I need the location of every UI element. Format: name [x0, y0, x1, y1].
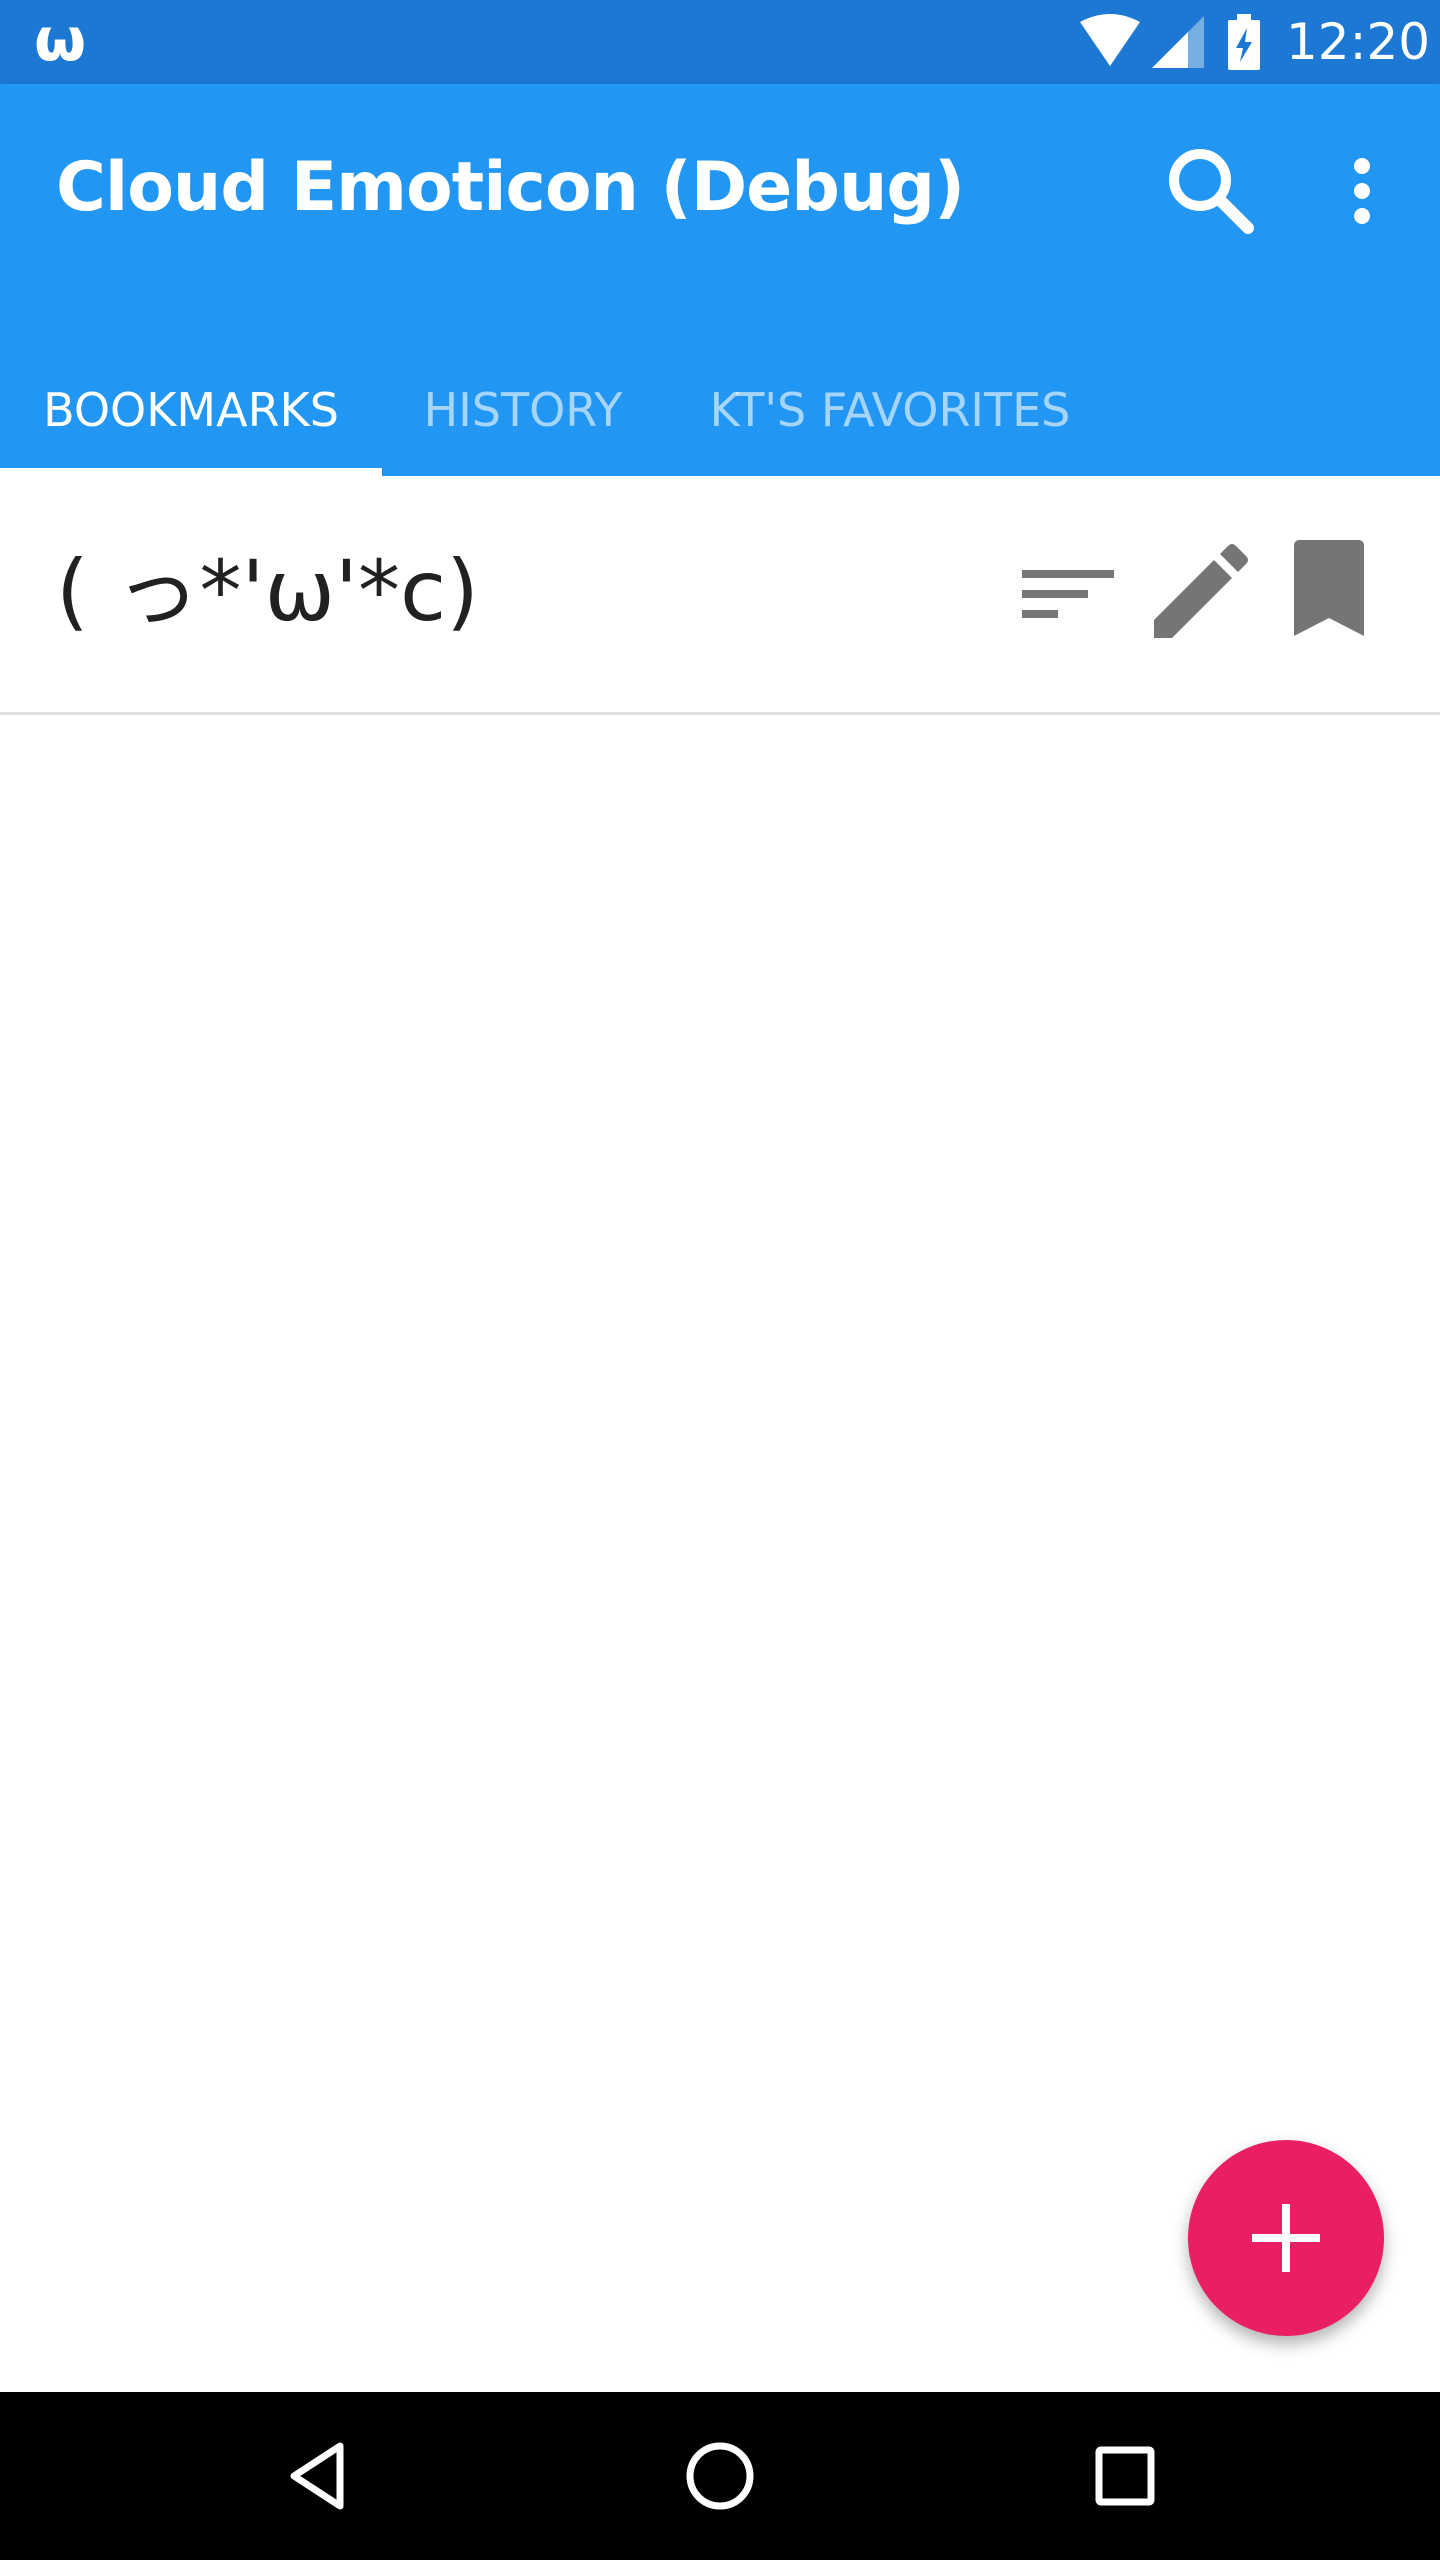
recents-icon: [1095, 2446, 1155, 2506]
app-notification-icon: ω: [34, 5, 87, 75]
recents-button[interactable]: [1075, 2426, 1175, 2531]
sort-button[interactable]: [1008, 534, 1128, 654]
add-icon: [1252, 2204, 1320, 2272]
home-button[interactable]: [670, 2426, 770, 2531]
app-bar: Cloud Emoticon (Debug) BOOKMARKS HISTORY…: [0, 84, 1440, 476]
edit-icon: [1154, 544, 1248, 638]
sort-icon: [1022, 570, 1114, 618]
tab-indicator: [0, 468, 382, 476]
add-button[interactable]: [1188, 2140, 1384, 2336]
tab-kts-favorites[interactable]: KT'S FAVORITES: [664, 344, 1116, 476]
more-vert-icon: [1354, 158, 1370, 224]
search-icon: [1169, 149, 1254, 234]
tab-bookmarks[interactable]: BOOKMARKS: [0, 344, 382, 476]
tab-bar: BOOKMARKS HISTORY KT'S FAVORITES: [0, 344, 1440, 476]
emoticon-text[interactable]: ( っ*'ω'*c): [56, 536, 479, 646]
more-options-button[interactable]: [1322, 136, 1402, 246]
back-icon: [290, 2442, 344, 2510]
tab-history[interactable]: HISTORY: [382, 344, 664, 476]
navigation-bar: [0, 2392, 1440, 2560]
list-item[interactable]: ( っ*'ω'*c): [0, 476, 1440, 715]
wifi-icon: [1078, 14, 1142, 75]
back-button[interactable]: [270, 2426, 370, 2531]
status-time: 12:20: [1286, 13, 1431, 71]
edit-button[interactable]: [1138, 534, 1258, 654]
bookmark-button[interactable]: [1268, 534, 1388, 654]
search-button[interactable]: [1156, 136, 1266, 246]
home-icon: [686, 2442, 754, 2510]
battery-charging-icon: [1226, 14, 1262, 75]
signal-icon: [1150, 14, 1206, 75]
bookmark-icon: [1294, 540, 1364, 636]
app-title: Cloud Emoticon (Debug): [56, 148, 965, 227]
status-bar: ω 12:20: [0, 0, 1440, 84]
